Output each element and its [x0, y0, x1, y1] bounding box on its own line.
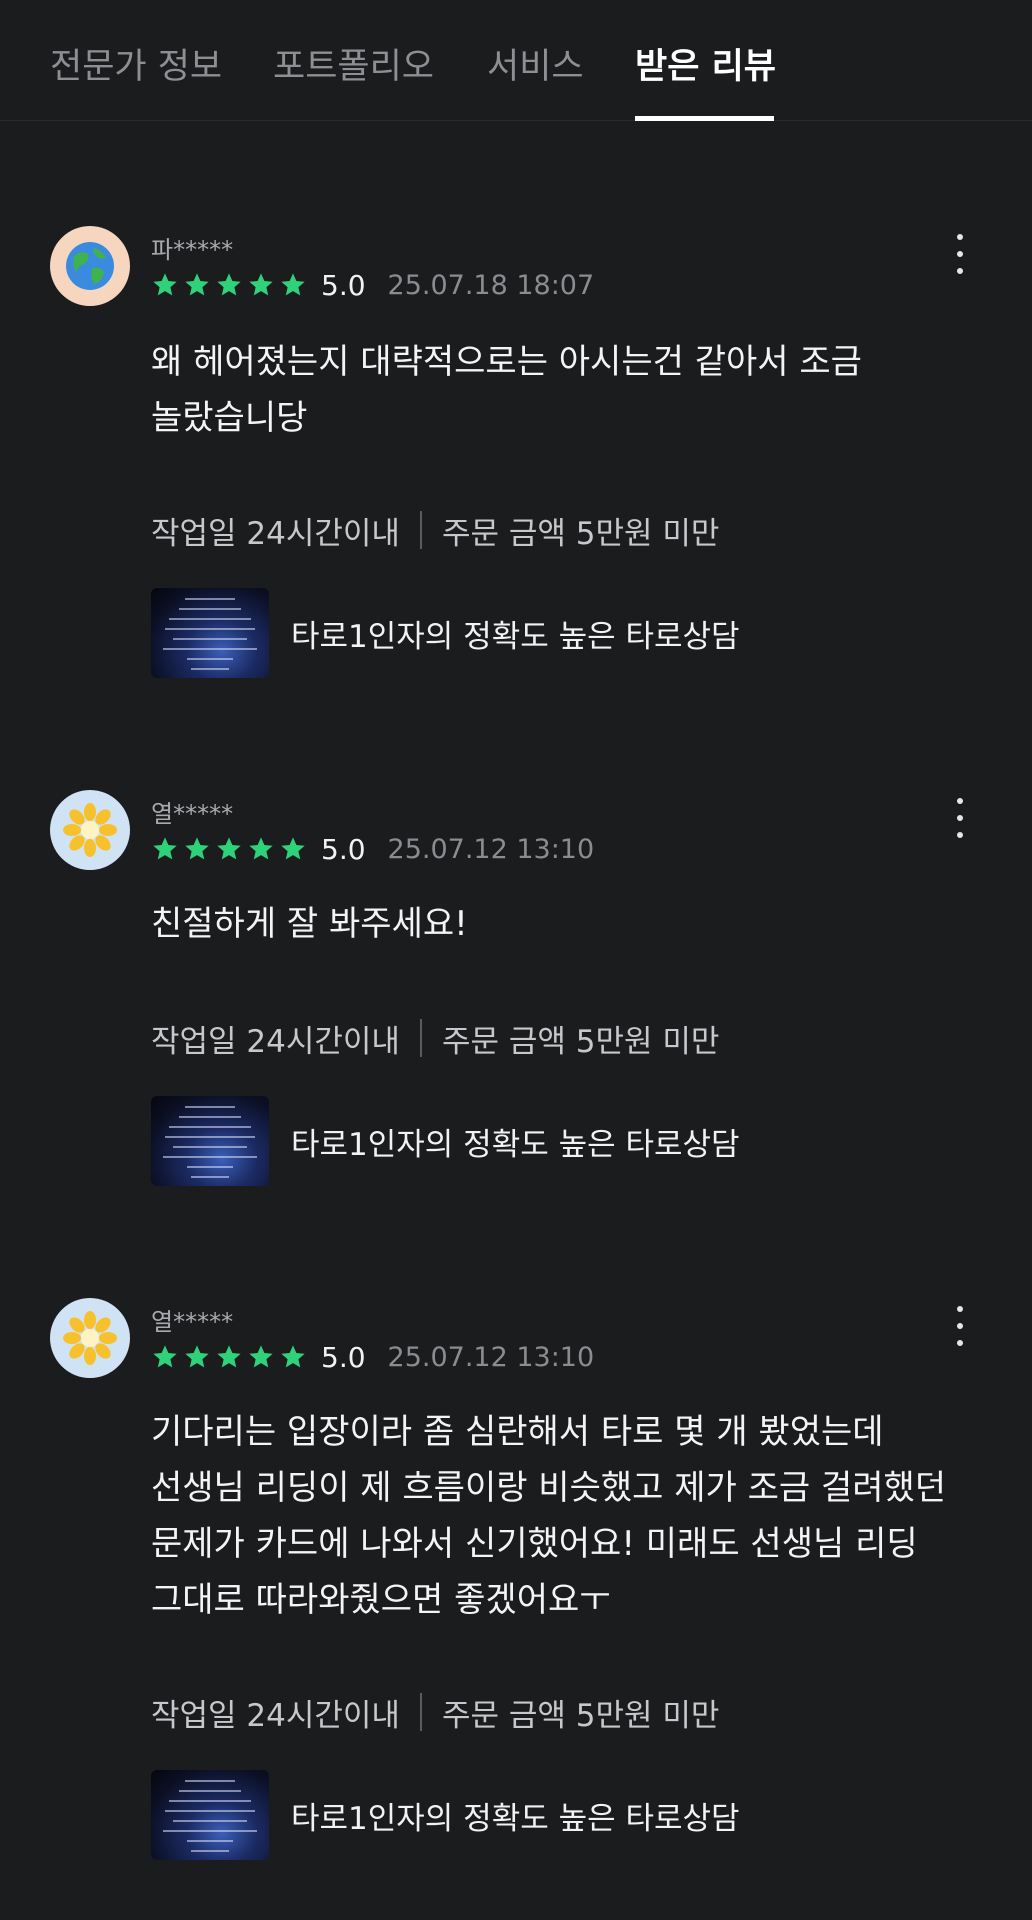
star-icon [217, 1345, 241, 1368]
more-options-icon[interactable] [946, 1302, 974, 1350]
rating-score: 5.0 [321, 268, 366, 302]
avatar[interactable] [50, 1298, 130, 1378]
service-link[interactable]: 타로1인자의 정확도 높은 타로상담 [151, 1096, 740, 1186]
more-options-icon[interactable] [946, 794, 974, 842]
review-date: 25.07.18 18:07 [387, 269, 595, 301]
reviewer-name: 열***** [151, 1308, 234, 1336]
star-icon [185, 1345, 209, 1368]
star-icon [153, 837, 177, 860]
tab-bar: 전문가 정보 포트폴리오 서비스 받은 리뷰 [0, 0, 1032, 121]
globe-icon [66, 242, 114, 290]
star-icon [217, 273, 241, 296]
flower-icon [63, 803, 117, 857]
reviewer-name: 파***** [151, 236, 234, 264]
avatar[interactable] [50, 226, 130, 306]
review-text: 왜 헤어졌는지 대략적으로는 아시는건 같아서 조금놀랐습니당 [151, 334, 981, 446]
review-text-line: 친절하게 잘 봐주세요! [151, 904, 468, 944]
tab-expert-info[interactable]: 전문가 정보 [50, 38, 222, 89]
order-amount: 주문 금액 5만원 미만 [441, 1023, 720, 1060]
star-icon [153, 273, 177, 296]
review-text-line: 왜 헤어졌는지 대략적으로는 아시는건 같아서 조금 [151, 342, 862, 382]
review-text: 기다리는 입장이라 좀 심란해서 타로 몇 개 봤었는데선생님 리딩이 제 흐름… [151, 1404, 981, 1628]
meta-divider [419, 1693, 422, 1731]
order-meta: 작업일 24시간이내 주문 금액 5만원 미만 [151, 1018, 720, 1060]
review-text-line: 선생님 리딩이 제 흐름이랑 비슷했고 제가 조금 걸려했던 [151, 1468, 947, 1508]
tab-reviews[interactable]: 받은 리뷰 [635, 38, 776, 89]
order-meta: 작업일 24시간이내 주문 금액 5만원 미만 [151, 1692, 720, 1734]
rating-row: 5.0 25.07.12 13:10 [151, 832, 594, 866]
service-link[interactable]: 타로1인자의 정확도 높은 타로상담 [151, 588, 740, 678]
star-rating [151, 271, 307, 299]
flower-icon [63, 1311, 117, 1365]
more-options-icon[interactable] [946, 230, 974, 278]
star-rating [151, 835, 307, 863]
review-text-line: 기다리는 입장이라 좀 심란해서 타로 몇 개 봤었는데 [151, 1412, 884, 1452]
star-icon [249, 1345, 273, 1368]
review-text: 친절하게 잘 봐주세요! [151, 896, 981, 952]
service-thumbnail [151, 1770, 269, 1860]
work-days: 작업일 24시간이내 [151, 515, 400, 552]
work-days: 작업일 24시간이내 [151, 1023, 400, 1060]
meta-divider [419, 1019, 422, 1057]
rating-score: 5.0 [321, 1340, 366, 1374]
tab-services[interactable]: 서비스 [487, 38, 584, 89]
star-icon [249, 273, 273, 296]
service-title: 타로1인자의 정확도 높은 타로상담 [291, 1800, 740, 1837]
review-text-line: 그대로 따라와줬으면 좋겠어요ㅜ [151, 1580, 611, 1620]
rating-score: 5.0 [321, 832, 366, 866]
star-rating [151, 1343, 307, 1371]
star-icon [185, 273, 209, 296]
review-text-line: 놀랐습니당 [151, 398, 308, 438]
star-icon [249, 837, 273, 860]
reviewer-name: 열***** [151, 800, 234, 828]
star-icon [217, 837, 241, 860]
rating-row: 5.0 25.07.18 18:07 [151, 268, 594, 302]
work-days: 작업일 24시간이내 [151, 1697, 400, 1734]
service-link[interactable]: 타로1인자의 정확도 높은 타로상담 [151, 1770, 740, 1860]
order-amount: 주문 금액 5만원 미만 [441, 1697, 720, 1734]
avatar[interactable] [50, 790, 130, 870]
review-date: 25.07.12 13:10 [387, 833, 595, 865]
star-icon [281, 273, 305, 296]
star-icon [153, 1345, 177, 1368]
star-icon [185, 837, 209, 860]
service-thumbnail [151, 1096, 269, 1186]
service-title: 타로1인자의 정확도 높은 타로상담 [291, 1126, 740, 1163]
service-thumbnail [151, 588, 269, 678]
service-title: 타로1인자의 정확도 높은 타로상담 [291, 618, 740, 655]
tab-portfolio[interactable]: 포트폴리오 [273, 38, 434, 89]
active-tab-indicator [635, 116, 774, 121]
review-date: 25.07.12 13:10 [387, 1341, 595, 1373]
rating-row: 5.0 25.07.12 13:10 [151, 1340, 594, 1374]
star-icon [281, 1345, 305, 1368]
order-meta: 작업일 24시간이내 주문 금액 5만원 미만 [151, 510, 720, 552]
meta-divider [419, 511, 422, 549]
review-text-line: 문제가 카드에 나와서 신기했어요! 미래도 선생님 리딩 [151, 1524, 918, 1564]
star-icon [281, 837, 305, 860]
order-amount: 주문 금액 5만원 미만 [441, 515, 720, 552]
